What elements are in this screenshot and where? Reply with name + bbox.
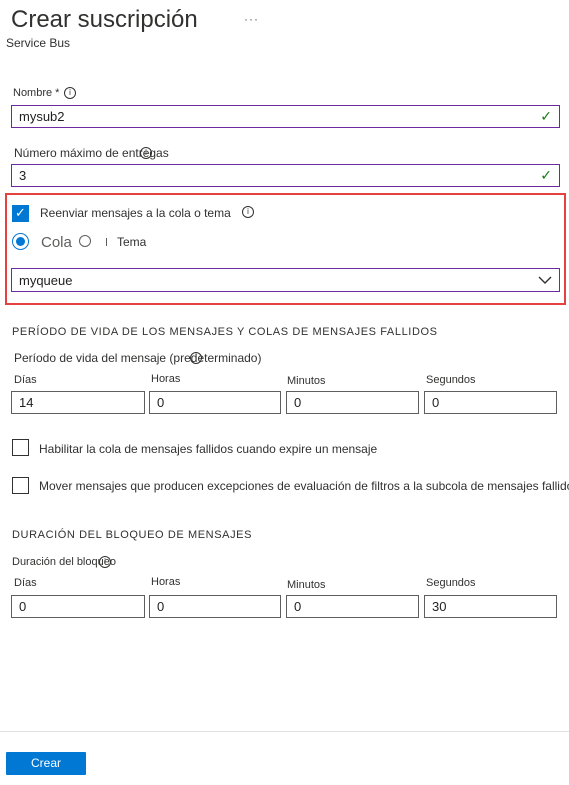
ttl-minutes-input[interactable]: 0 xyxy=(286,391,419,414)
chevron-down-icon xyxy=(538,276,552,284)
info-icon[interactable]: i xyxy=(140,147,152,159)
lock-days-label: Días xyxy=(14,577,37,589)
dead-letter-filter-label: Mover mensajes que producen excepciones … xyxy=(39,479,569,493)
info-icon[interactable]: i xyxy=(64,87,76,99)
forward-checkbox-label: Reenviar mensajes a la cola o tema xyxy=(40,206,231,220)
forward-checkbox[interactable]: ✓ xyxy=(12,205,29,222)
lock-hours-input[interactable]: 0 xyxy=(149,595,281,618)
radio-topic[interactable] xyxy=(79,235,91,247)
create-button[interactable]: Crear xyxy=(6,752,86,775)
valid-check-icon: ✓ xyxy=(540,108,552,125)
radio-queue[interactable] xyxy=(12,233,29,250)
valid-check-icon: ✓ xyxy=(540,167,552,184)
page-subtitle: Service Bus xyxy=(6,36,71,50)
name-value: mysub2 xyxy=(19,109,65,124)
ttl-days-label: Días xyxy=(14,374,37,386)
divider xyxy=(106,238,107,246)
lock-hours-label: Horas xyxy=(151,576,181,588)
ttl-hours-input[interactable]: 0 xyxy=(149,391,281,414)
radio-topic-label: Tema xyxy=(117,235,147,249)
ttl-sub-label: Período de vida del mensaje (predetermin… xyxy=(14,351,262,365)
dead-letter-expire-label: Habilitar la cola de mensajes fallidos c… xyxy=(39,442,378,456)
ttl-days-input[interactable]: 14 xyxy=(11,391,145,414)
ttl-seconds-input[interactable]: 0 xyxy=(424,391,557,414)
page-title: Crear suscripción xyxy=(11,6,198,33)
lock-seconds-label: Segundos xyxy=(426,577,476,589)
footer-divider xyxy=(0,731,569,732)
radio-queue-label: Cola xyxy=(41,234,72,251)
lock-days-input[interactable]: 0 xyxy=(11,595,145,618)
info-icon[interactable]: i xyxy=(99,556,111,568)
lock-minutes-label: Minutos xyxy=(287,579,326,591)
dead-letter-filter-checkbox[interactable] xyxy=(12,477,29,494)
forward-target-select[interactable]: myqueue xyxy=(11,268,560,292)
more-options-button[interactable]: ··· xyxy=(244,12,259,26)
dead-letter-expire-checkbox[interactable] xyxy=(12,439,29,456)
max-delivery-value: 3 xyxy=(19,168,27,183)
info-icon[interactable]: i xyxy=(242,206,254,218)
info-icon[interactable]: i xyxy=(190,352,202,364)
ttl-minutes-label: Minutos xyxy=(287,375,326,387)
ttl-seconds-label: Segundos xyxy=(426,374,476,386)
ttl-section-heading: PERÍODO DE VIDA DE LOS MENSAJES Y COLAS … xyxy=(12,326,438,338)
lock-seconds-input[interactable]: 30 xyxy=(424,595,557,618)
lock-minutes-input[interactable]: 0 xyxy=(286,595,419,618)
name-field[interactable]: mysub2 ✓ xyxy=(11,105,560,128)
max-delivery-field[interactable]: 3 ✓ xyxy=(11,164,560,187)
ttl-hours-label: Horas xyxy=(151,373,181,385)
name-label: Nombre * xyxy=(13,87,60,99)
lock-section-heading: DURACIÓN DEL BLOQUEO DE MENSAJES xyxy=(12,529,253,541)
forward-target-value: myqueue xyxy=(19,272,73,288)
